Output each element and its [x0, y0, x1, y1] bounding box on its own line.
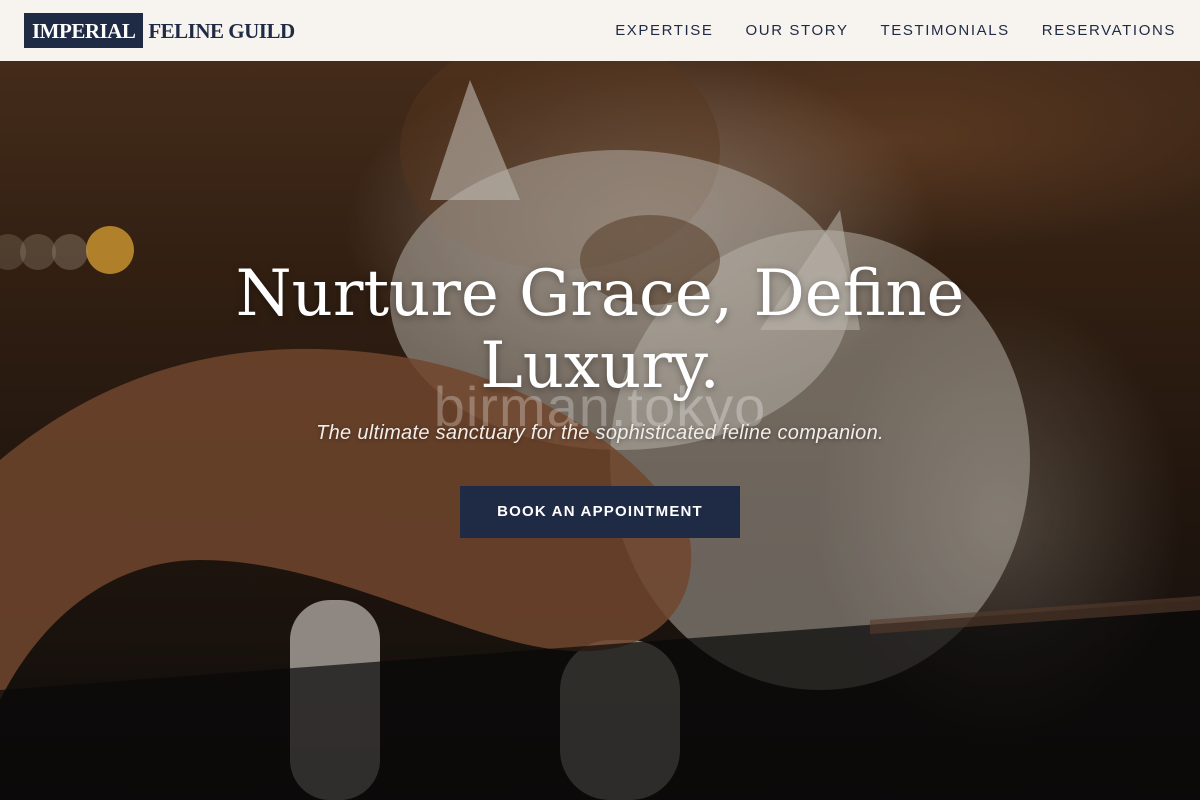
nav-item-expertise[interactable]: EXPERTISE	[615, 22, 713, 39]
logo-link[interactable]: IMPERIAL FELINE GUILD	[24, 13, 295, 48]
hero-title: Nurture Grace, Define Luxury.	[220, 258, 980, 402]
logo-box: IMPERIAL	[24, 13, 144, 48]
nav-item-our-story[interactable]: OUR STORY	[746, 22, 849, 39]
hero-section: Nurture Grace, Define Luxury. The ultima…	[0, 258, 1200, 538]
nav-item-testimonials[interactable]: TESTIMONIALS	[881, 22, 1010, 39]
main-nav: EXPERTISE OUR STORY TESTIMONIALS RESERVA…	[615, 22, 1176, 39]
site-header: IMPERIAL FELINE GUILD EXPERTISE OUR STOR…	[0, 0, 1200, 61]
nav-item-reservations[interactable]: RESERVATIONS	[1042, 22, 1176, 39]
hero-title-line-2: Luxury.	[480, 329, 720, 403]
page: IMPERIAL FELINE GUILD EXPERTISE OUR STOR…	[0, 0, 1200, 800]
hero-subtitle: The ultimate sanctuary for the sophistic…	[316, 422, 884, 444]
book-appointment-button[interactable]: BOOK AN APPOINTMENT	[460, 486, 740, 538]
logo-text: FELINE GUILD	[148, 18, 295, 43]
hero-title-line-1: Nurture Grace, Define	[235, 257, 965, 331]
